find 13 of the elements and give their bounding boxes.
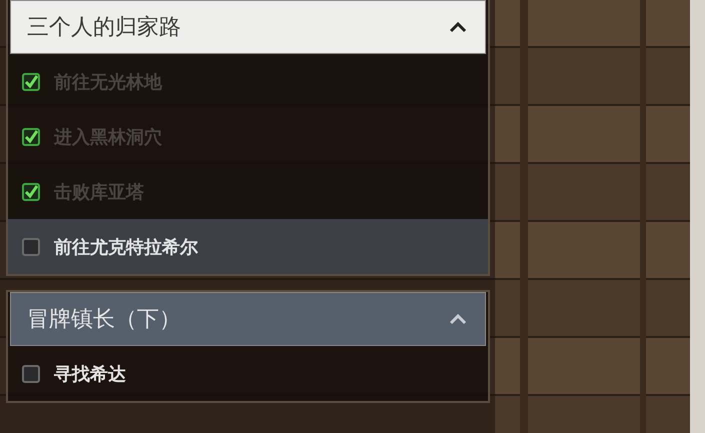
- chevron-up-icon: [449, 313, 467, 325]
- chevron-up-icon: [449, 21, 467, 33]
- quest-header[interactable]: 三个人的归家路: [10, 0, 486, 54]
- task-row[interactable]: 寻找希达: [8, 346, 488, 401]
- checkbox[interactable]: [22, 182, 40, 200]
- checkbox[interactable]: [22, 72, 40, 90]
- quest-header[interactable]: 冒牌镇长（下）: [10, 292, 486, 346]
- checkbox[interactable]: [22, 364, 40, 382]
- task-label: 寻找希达: [54, 362, 126, 386]
- task-label: 前往尤克特拉希尔: [54, 236, 198, 258]
- task-row[interactable]: 前往尤克特拉希尔: [8, 219, 488, 274]
- checkbox[interactable]: [22, 128, 40, 146]
- checkbox[interactable]: [22, 238, 40, 256]
